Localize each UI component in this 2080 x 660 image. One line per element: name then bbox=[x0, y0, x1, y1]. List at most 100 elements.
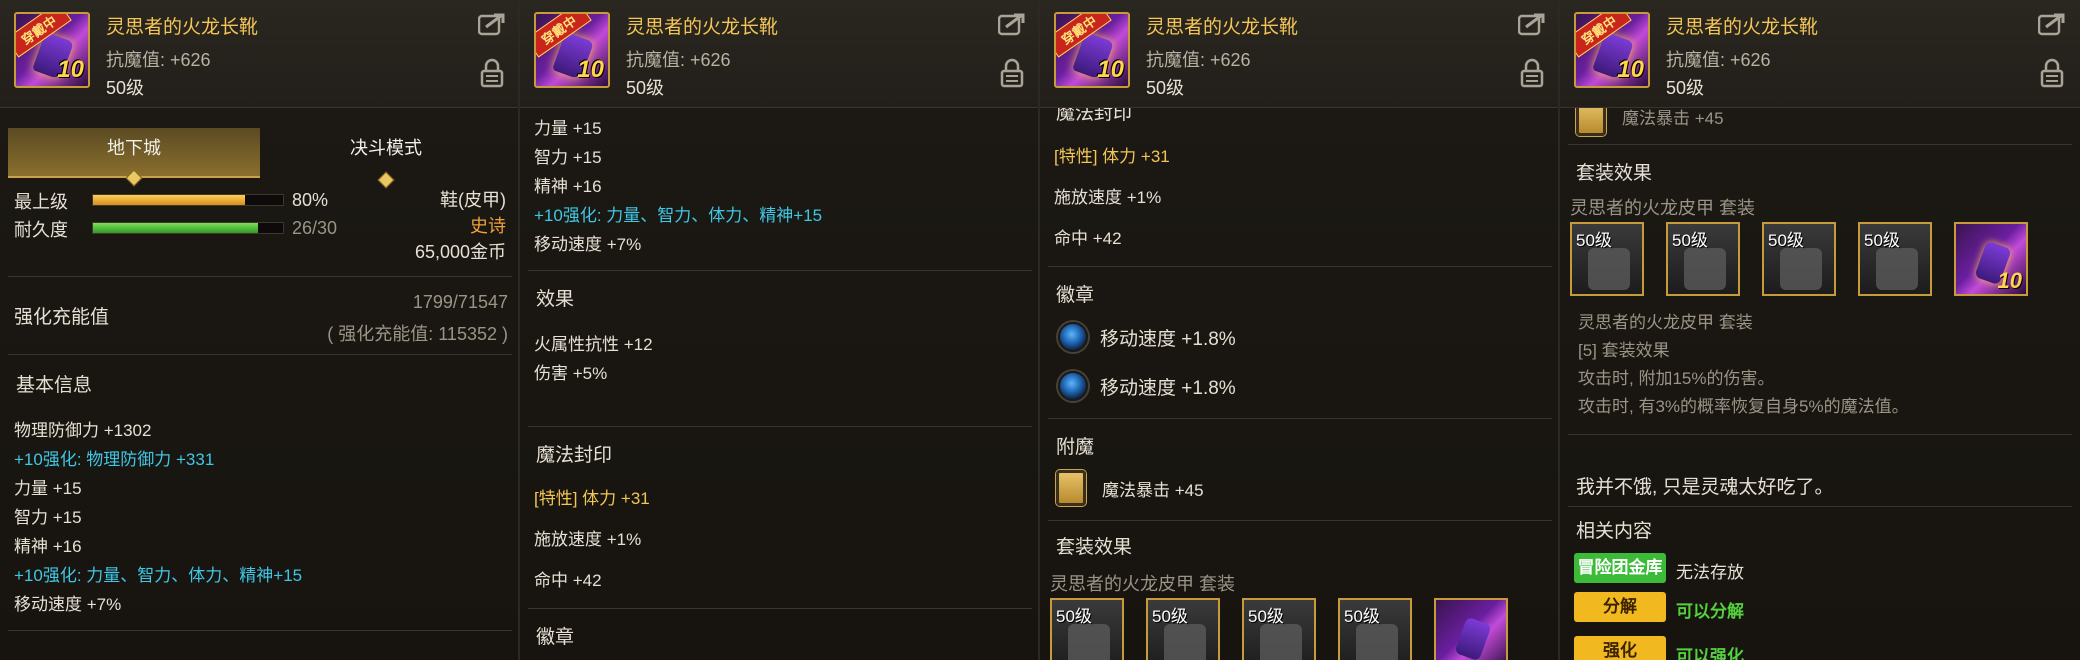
tooltip-content: 魔法封印 [特性] 体力 +31 施放速度 +1% 命中 +42 徽章 移动速度… bbox=[1040, 108, 1558, 660]
durability-value: 26/30 bbox=[292, 218, 338, 238]
durability-label: 耐久度 bbox=[14, 220, 68, 240]
divider bbox=[528, 608, 1032, 609]
divider bbox=[8, 354, 512, 355]
item-icon: 穿戴中 10 bbox=[14, 12, 90, 88]
stat-line: 力量 +15 bbox=[14, 479, 82, 498]
boot-icon bbox=[1454, 616, 1492, 660]
seal-line: 命中 +42 bbox=[534, 571, 602, 590]
basic-info-title: 基本信息 bbox=[16, 375, 93, 396]
lock-icon[interactable] bbox=[2040, 58, 2064, 88]
item-icon-level: 10 bbox=[1617, 56, 1644, 83]
share-icon[interactable] bbox=[998, 12, 1026, 36]
slot-level: 50级 bbox=[1864, 231, 1900, 250]
disassemble-text: 可以分解 bbox=[1676, 602, 1744, 621]
set-title: 套装效果 bbox=[1576, 163, 1653, 184]
slot-level: 50级 bbox=[1576, 231, 1612, 250]
bottom-button[interactable]: 强化 bbox=[1574, 636, 1666, 660]
enchant-card-icon bbox=[1576, 108, 1606, 136]
set-slot-4[interactable]: 50级 bbox=[1858, 222, 1932, 296]
divider bbox=[1568, 144, 2072, 145]
seal-special: [特性] 体力 +31 bbox=[534, 489, 650, 508]
item-icon-level: 10 bbox=[577, 56, 604, 83]
tooltip-content: 地下城 决斗模式 最上级 80% 耐久度 26/30 鞋(皮甲) 史诗 65,0… bbox=[0, 108, 518, 660]
item-icon: 穿戴中 10 bbox=[1574, 12, 1650, 88]
tab-dungeon-label: 地下城 bbox=[107, 138, 161, 158]
item-level: 50级 bbox=[626, 78, 665, 98]
set-slot-3[interactable]: 50级 bbox=[1242, 598, 1316, 660]
diamond-icon bbox=[377, 171, 395, 189]
item-price: 65,000金币 bbox=[414, 242, 506, 262]
armor-icon bbox=[1068, 624, 1110, 660]
quality-label: 最上级 bbox=[14, 192, 68, 212]
slot-icon-level: 10 bbox=[1997, 268, 2022, 293]
slot-level: 50级 bbox=[1672, 231, 1708, 250]
quality-value: 80% bbox=[292, 190, 329, 210]
stat-line: +10强化: 物理防御力 +331 bbox=[14, 450, 215, 469]
seal-special: [特性] 体力 +31 bbox=[1054, 147, 1170, 166]
emblem-icon bbox=[1058, 322, 1088, 352]
effect-line: 伤害 +5% bbox=[534, 364, 608, 383]
share-icon[interactable] bbox=[2038, 12, 2066, 36]
seal-title: 魔法封印 bbox=[536, 445, 613, 466]
item-level: 50级 bbox=[106, 78, 145, 98]
divider bbox=[528, 426, 1032, 427]
lock-icon[interactable] bbox=[1520, 58, 1544, 88]
lock-icon[interactable] bbox=[1000, 58, 1024, 88]
item-name: 灵思者的火龙长靴 bbox=[626, 17, 779, 38]
set-slot-4[interactable]: 50级 bbox=[1338, 598, 1412, 660]
divider bbox=[1048, 418, 1552, 419]
divider bbox=[8, 276, 512, 277]
durability-bar-fill bbox=[93, 223, 258, 233]
share-icon[interactable] bbox=[1518, 12, 1546, 36]
set-slot-2[interactable]: 50级 bbox=[1666, 222, 1740, 296]
tab-dungeon[interactable]: 地下城 bbox=[8, 128, 260, 187]
divider bbox=[528, 270, 1032, 271]
enchant-line: 魔法暴击 +45 bbox=[1102, 481, 1204, 500]
set-slot-2[interactable]: 50级 bbox=[1146, 598, 1220, 660]
tab-duel-label: 决斗模式 bbox=[350, 138, 422, 158]
lock-icon[interactable] bbox=[480, 58, 504, 88]
stat-line: +10强化: 力量、智力、体力、精神+15 bbox=[14, 566, 303, 585]
set-slot-5[interactable] bbox=[1434, 598, 1508, 660]
set-name: 灵思者的火龙皮甲 套装 bbox=[1050, 574, 1235, 594]
item-stat: 抗魔值: +626 bbox=[1146, 50, 1251, 70]
armor-icon bbox=[1588, 248, 1630, 290]
guild-bank-button[interactable]: 冒险团金库 bbox=[1574, 553, 1666, 583]
item-header: 穿戴中 10 灵思者的火龙长靴 抗魔值: +626 50级 bbox=[1040, 0, 1558, 108]
flavor-text: 我并不饿, 只是灵魂太好吃了。 bbox=[1576, 477, 1834, 498]
stat-line: 力量 +15 bbox=[534, 119, 602, 138]
enchant-line-partial: 魔法暴击 +45 bbox=[1622, 109, 1724, 128]
tooltip-content: 魔法暴击 +45 套装效果 灵思者的火龙皮甲 套装 50级 50级 50级 50… bbox=[1560, 108, 2080, 660]
stat-line: 移动速度 +7% bbox=[14, 595, 122, 614]
armor-icon bbox=[1684, 248, 1726, 290]
disassemble-button[interactable]: 分解 bbox=[1574, 592, 1666, 622]
enchant-title: 附魔 bbox=[1056, 437, 1095, 458]
set-bonus-title: [5] 套装效果 bbox=[1578, 341, 1670, 360]
set-slot-1[interactable]: 50级 bbox=[1570, 222, 1644, 296]
seal-line: 施放速度 +1% bbox=[534, 530, 642, 549]
set-bonus-line: 攻击时, 有3%的概率恢复自身5%的魔法值。 bbox=[1578, 397, 1909, 416]
item-level: 50级 bbox=[1666, 78, 1705, 98]
item-header: 穿戴中 10 灵思者的火龙长靴 抗魔值: +626 50级 bbox=[1560, 0, 2080, 108]
tooltip-panel-2: 穿戴中 10 灵思者的火龙长靴 抗魔值: +626 50级 力量 +15 智力 … bbox=[520, 0, 1040, 660]
mode-tabs: 地下城 决斗模式 bbox=[8, 128, 512, 189]
set-slot-1[interactable]: 50级 bbox=[1050, 598, 1124, 660]
armor-icon bbox=[1780, 248, 1822, 290]
reinforce-total: ( 强化充能值: 115352 ) bbox=[327, 324, 508, 344]
item-stat: 抗魔值: +626 bbox=[106, 50, 211, 70]
set-slot-5[interactable]: 10 bbox=[1954, 222, 2028, 296]
divider bbox=[1568, 506, 2072, 507]
tooltip-panel-4: 穿戴中 10 灵思者的火龙长靴 抗魔值: +626 50级 魔法暴击 +45 套… bbox=[1560, 0, 2080, 660]
durability-bar bbox=[92, 222, 284, 234]
enchant-card-icon bbox=[1056, 470, 1086, 506]
tab-duel[interactable]: 决斗模式 bbox=[260, 128, 512, 189]
set-slot-3[interactable]: 50级 bbox=[1762, 222, 1836, 296]
quality-bar bbox=[92, 194, 284, 206]
guild-bank-text: 无法存放 bbox=[1676, 563, 1744, 582]
seal-line: 施放速度 +1% bbox=[1054, 188, 1162, 207]
share-icon[interactable] bbox=[478, 12, 506, 36]
item-stat: 抗魔值: +626 bbox=[626, 50, 731, 70]
divider bbox=[1048, 266, 1552, 267]
item-name: 灵思者的火龙长靴 bbox=[1146, 17, 1299, 38]
tooltip-panel-1: 穿戴中 10 灵思者的火龙长靴 抗魔值: +626 50级 地下城 决斗模式 最… bbox=[0, 0, 520, 660]
